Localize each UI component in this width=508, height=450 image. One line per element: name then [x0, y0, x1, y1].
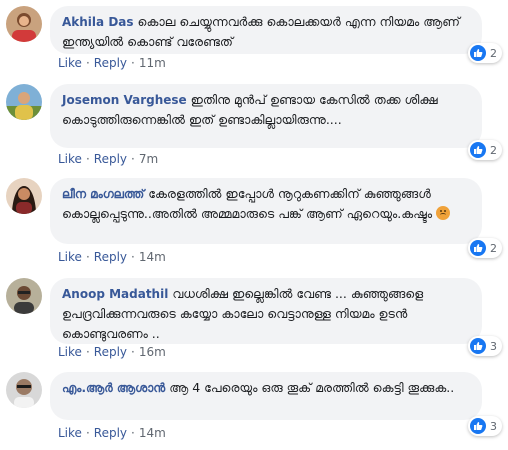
thumbs-up-icon [470, 45, 486, 61]
reaction-count[interactable]: 2 [468, 238, 502, 258]
reaction-count[interactable]: 3 [468, 336, 502, 356]
reaction-number: 2 [490, 143, 497, 157]
like-link[interactable]: Like [58, 152, 82, 166]
comment-timestamp[interactable]: 14m [139, 426, 166, 440]
reply-link[interactable]: Reply [94, 56, 127, 70]
thumbs-up-icon [470, 338, 486, 354]
like-link[interactable]: Like [58, 345, 82, 359]
comment-actions: Like · Reply · 11m [58, 56, 166, 70]
reply-link[interactable]: Reply [94, 426, 127, 440]
comment-thread: Akhila Das കൊല ചെയ്യുന്നവർക്കു കൊലക്കയർ എ… [0, 0, 508, 450]
reaction-count[interactable]: 3 [468, 416, 502, 436]
thumbs-up-icon [470, 418, 486, 434]
reaction-number: 2 [490, 46, 497, 60]
like-link[interactable]: Like [58, 56, 82, 70]
comment-actions: Like · Reply · 7m [58, 152, 158, 166]
separator: · [85, 250, 90, 264]
reply-link[interactable]: Reply [94, 250, 127, 264]
avatar[interactable] [6, 6, 42, 42]
avatar[interactable] [6, 278, 42, 314]
reply-link[interactable]: Reply [94, 345, 127, 359]
comment-author[interactable]: Akhila Das [62, 15, 134, 29]
thumbs-up-icon [470, 142, 486, 158]
separator: · [85, 426, 90, 440]
comment-author[interactable]: ലീന മംഗലത്ത് [62, 187, 144, 201]
separator: · [131, 345, 135, 359]
reaction-count[interactable]: 2 [468, 43, 502, 63]
comment-actions: Like · Reply · 14m [58, 250, 166, 264]
comment-author[interactable]: Josemon Varghese [62, 93, 187, 107]
avatar[interactable] [6, 84, 42, 120]
separator: · [131, 152, 135, 166]
separator: · [131, 56, 135, 70]
comment-bubble: Anoop Madathil വധശിക്ഷ ഇല്ലെങ്കിൽ വേണ്ട .… [50, 278, 482, 344]
like-link[interactable]: Like [58, 250, 82, 264]
comment-actions: Like · Reply · 16m [58, 345, 166, 359]
comment-text: ആ 4 പേരെയും ഒരു തൂക് മരത്തിൽ കെട്ടി തൂക്… [169, 380, 455, 395]
separator: · [85, 56, 90, 70]
comment-author[interactable]: എം.ആർ ആശാൻ [62, 381, 165, 395]
reaction-number: 2 [490, 241, 497, 255]
comment-bubble: എം.ആർ ആശാൻ ആ 4 പേരെയും ഒരു തൂക് മരത്തിൽ ക… [50, 372, 482, 420]
comment-bubble: Josemon Varghese ഇതിനു മുൻപ് ഉണ്ടായ കേസിൽ… [50, 84, 482, 148]
like-link[interactable]: Like [58, 426, 82, 440]
separator: · [131, 250, 135, 264]
avatar[interactable] [6, 372, 42, 408]
reaction-number: 3 [490, 339, 497, 353]
sad-face-emoji [435, 206, 450, 220]
reaction-count[interactable]: 2 [468, 140, 502, 160]
comment-actions: Like · Reply · 14m [58, 426, 166, 440]
reaction-number: 3 [490, 419, 497, 433]
comment-bubble: ലീന മംഗലത്ത് കേരളത്തിൽ ഇപ്പോൾ നൂറുകണക്കിന… [50, 178, 482, 244]
comment-timestamp[interactable]: 11m [139, 56, 166, 70]
avatar[interactable] [6, 178, 42, 214]
reply-link[interactable]: Reply [94, 152, 127, 166]
separator: · [85, 345, 90, 359]
separator: · [131, 426, 135, 440]
comment-author[interactable]: Anoop Madathil [62, 287, 168, 301]
thumbs-up-icon [470, 240, 486, 256]
comment-timestamp[interactable]: 7m [139, 152, 158, 166]
comment-bubble: Akhila Das കൊല ചെയ്യുന്നവർക്കു കൊലക്കയർ എ… [50, 6, 482, 54]
comment-timestamp[interactable]: 14m [139, 250, 166, 264]
separator: · [85, 152, 90, 166]
comment-timestamp[interactable]: 16m [139, 345, 166, 359]
